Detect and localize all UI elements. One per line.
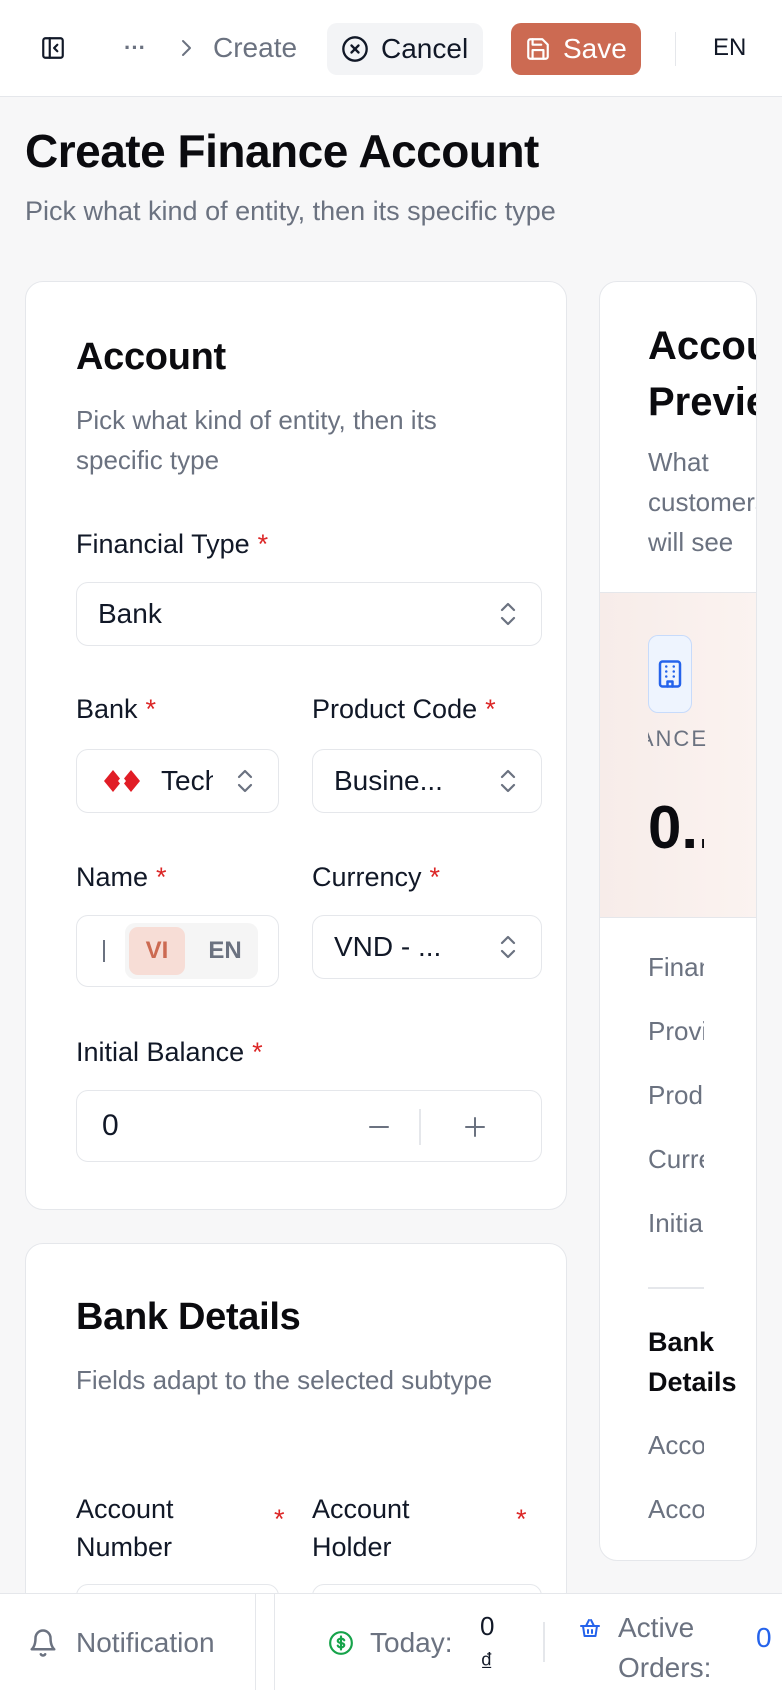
preview-divider bbox=[648, 1287, 704, 1289]
status-bar: Notification Today: 0 ₫ Active Orders: 0 bbox=[0, 1593, 782, 1690]
bell-icon bbox=[30, 1628, 56, 1657]
preview-balance-value: 0.. bbox=[648, 794, 704, 861]
statusbar-divider bbox=[274, 1594, 275, 1690]
preview-row: Currency bbox=[648, 1144, 704, 1174]
statusbar-divider bbox=[543, 1622, 545, 1662]
today-revenue: Today: bbox=[328, 1594, 453, 1690]
topbar-divider bbox=[675, 32, 676, 66]
preview-balance-caption: TOTAL BALANCE bbox=[648, 726, 708, 751]
preview-row: Financial Type bbox=[648, 952, 704, 982]
save-label: Save bbox=[563, 33, 627, 64]
lang-tab-en[interactable]: EN bbox=[197, 927, 253, 975]
save-button[interactable]: Save bbox=[511, 23, 641, 75]
breadcrumb-more-icon[interactable]: ··· bbox=[120, 33, 150, 63]
currency-select[interactable]: VND - ... bbox=[312, 915, 542, 979]
language-segment: VI EN bbox=[125, 923, 258, 979]
product-code-label: Product Code * bbox=[312, 694, 496, 724]
initial-balance-value[interactable]: 0 bbox=[102, 1109, 119, 1143]
chevron-updown-icon bbox=[237, 769, 253, 793]
cancel-button[interactable]: Cancel bbox=[327, 23, 483, 75]
breadcrumb-current: Create bbox=[213, 32, 298, 63]
account-holder-label: Account Holder * bbox=[312, 1494, 527, 1562]
active-orders-value: 0 bbox=[756, 1622, 772, 1653]
today-value: 0 ₫ bbox=[480, 1611, 495, 1677]
account-preview-card: Account Preview What customers will see … bbox=[599, 281, 757, 1561]
preview-row: Product Code bbox=[648, 1080, 704, 1110]
account-card-title: Account bbox=[76, 336, 226, 378]
language-switcher[interactable]: EN bbox=[713, 30, 746, 66]
basket-icon bbox=[580, 1619, 600, 1637]
preview-row: Initial Balance bbox=[648, 1208, 704, 1238]
bank-logo-icon bbox=[104, 770, 140, 792]
notification-label: Notification bbox=[76, 1626, 215, 1658]
stepper-divider bbox=[419, 1109, 421, 1145]
close-circle-icon bbox=[342, 36, 368, 62]
save-icon bbox=[527, 38, 549, 60]
account-number-label: Account Number * bbox=[76, 1494, 285, 1562]
active-orders[interactable]: Active Orders: bbox=[578, 1608, 728, 1688]
preview-section-title: Bank Details bbox=[648, 1327, 737, 1397]
name-input[interactable]: VI EN bbox=[76, 915, 279, 987]
chevron-updown-icon bbox=[500, 935, 516, 959]
bank-value: Techcombank bbox=[161, 765, 213, 796]
preview-balance-panel: TOTAL BALANCE 0.. bbox=[600, 592, 756, 918]
preview-row: Provider bbox=[648, 1016, 704, 1046]
dollar-circle-icon bbox=[329, 1630, 353, 1655]
text-caret bbox=[103, 940, 105, 962]
active-orders-label: Active Orders: bbox=[618, 1612, 712, 1683]
initial-balance-label: Initial Balance * bbox=[76, 1037, 263, 1067]
page-title: Create Finance Account bbox=[25, 125, 539, 177]
building-icon bbox=[648, 635, 692, 713]
preview-title: Account Preview bbox=[648, 324, 756, 424]
minus-icon[interactable] bbox=[357, 1105, 401, 1149]
chevron-right-icon bbox=[176, 33, 196, 63]
chevron-updown-icon bbox=[500, 769, 516, 793]
page-subtitle: Pick what kind of entity, then its speci… bbox=[25, 196, 556, 226]
financial-type-value: Bank bbox=[98, 598, 162, 629]
bank-label: Bank * bbox=[76, 694, 157, 724]
today-label: Today: bbox=[370, 1626, 453, 1658]
lang-tab-vi[interactable]: VI bbox=[129, 927, 185, 975]
preview-row: Account Number bbox=[648, 1430, 704, 1460]
notification-button[interactable]: Notification bbox=[28, 1594, 215, 1690]
name-label: Name * bbox=[76, 862, 167, 892]
financial-type-label: Financial Type * bbox=[76, 529, 269, 559]
bank-select[interactable]: Techcombank bbox=[76, 749, 279, 813]
bank-details-title: Bank Details bbox=[76, 1296, 301, 1338]
statusbar-divider bbox=[255, 1594, 256, 1690]
product-code-select[interactable]: Busine... bbox=[312, 749, 542, 813]
account-card-subtitle: Pick what kind of entity, then its speci… bbox=[76, 405, 437, 475]
currency-label: Currency * bbox=[312, 862, 441, 892]
top-bar: ··· Create Cancel Save EN bbox=[0, 0, 782, 97]
cancel-label: Cancel bbox=[381, 33, 469, 64]
financial-type-select[interactable]: Bank bbox=[76, 582, 542, 646]
preview-row: Account Holder bbox=[648, 1494, 704, 1524]
chevron-updown-icon bbox=[500, 602, 516, 626]
initial-balance-stepper[interactable]: 0 bbox=[76, 1090, 542, 1162]
account-card: Account Pick what kind of entity, then i… bbox=[25, 281, 567, 1210]
sidebar-toggle-icon[interactable] bbox=[38, 33, 68, 63]
product-code-value: Busine... bbox=[334, 765, 443, 796]
preview-subtitle: What customers will see bbox=[648, 447, 757, 557]
currency-value: VND - ... bbox=[334, 931, 442, 962]
bank-details-subtitle: Fields adapt to the selected subtype bbox=[76, 1365, 493, 1395]
plus-icon[interactable] bbox=[453, 1105, 497, 1149]
